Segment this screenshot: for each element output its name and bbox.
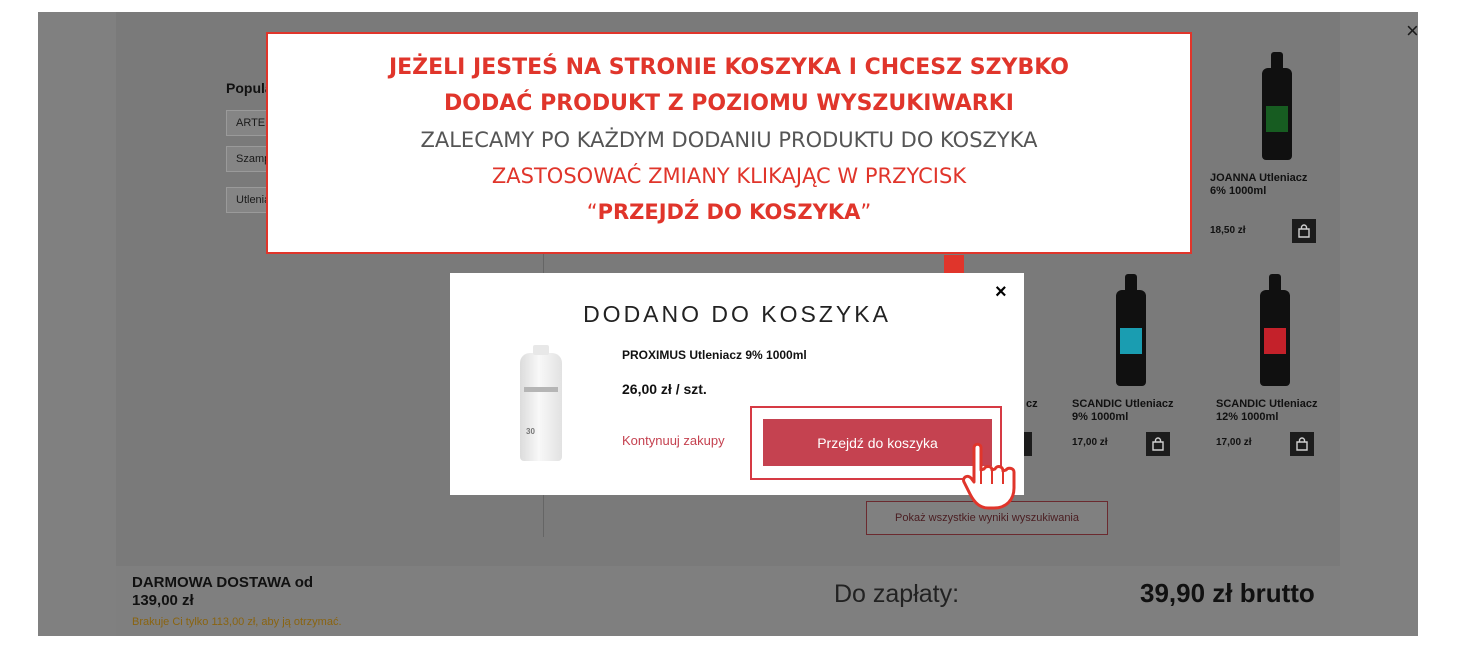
add-to-cart-button-scandic-9[interactable] xyxy=(1146,432,1170,456)
add-to-cart-button-joanna[interactable] xyxy=(1292,219,1316,243)
modal-close-icon[interactable]: × xyxy=(995,281,1007,303)
go-to-cart-button[interactable]: Przejdź do koszyka xyxy=(763,419,992,466)
continue-shopping-link[interactable]: Kontynuuj zakupy xyxy=(622,433,725,448)
product-name-partial[interactable]: cz xyxy=(1026,398,1038,411)
pointer-hand-icon xyxy=(962,442,1016,510)
product-image-joanna[interactable] xyxy=(1262,52,1292,160)
product-name-scandic-12[interactable]: SCANDIC Utleniacz 12% 1000ml xyxy=(1216,398,1317,424)
banner-button-name: PRZEJDŹ DO KOSZYKA xyxy=(597,200,861,224)
shopping-bag-icon xyxy=(1152,437,1164,451)
added-to-cart-modal: × DODANO DO KOSZYKA 30 PROXIMUS Utleniac… xyxy=(450,273,1024,495)
search-close-icon[interactable]: × xyxy=(1406,20,1418,42)
modal-product-name: PROXIMUS Utleniacz 9% 1000ml xyxy=(622,348,807,362)
product-price-scandic-9: 17,00 zł xyxy=(1072,437,1108,448)
banner-line-4: ZASTOSOWAĆ ZMIANY KLIKAJĄC W PRZYCISK xyxy=(491,164,967,188)
banner-line-1: JEŻELI JESTEŚ NA STRONIE KOSZYKA I CHCES… xyxy=(388,55,1070,80)
product-name-joanna[interactable]: JOANNA Utleniacz 6% 1000ml xyxy=(1210,172,1307,198)
free-shipping-info: DARMOWA DOSTAWA od 139,00 zł xyxy=(132,574,314,609)
product-thumbnail: 30 xyxy=(520,345,562,461)
banner-line-3: ZALECAMY PO KAŻDYM DODANIU PRODUKTU DO K… xyxy=(420,128,1038,152)
modal-title: DODANO DO KOSZYKA xyxy=(583,301,891,327)
free-shipping-missing-amount: Brakuje Ci tylko 113,00 zł, aby ją otrzy… xyxy=(132,616,342,628)
modal-product-price: 26,00 zł / szt. xyxy=(622,381,707,397)
product-price-scandic-12: 17,00 zł xyxy=(1216,437,1252,448)
product-price-joanna: 18,50 zł xyxy=(1210,225,1246,236)
product-name-scandic-9[interactable]: SCANDIC Utleniacz 9% 1000ml xyxy=(1072,398,1173,424)
add-to-cart-button-scandic-12[interactable] xyxy=(1290,432,1314,456)
to-pay-label: Do zapłaty: xyxy=(834,580,960,608)
shopping-bag-icon xyxy=(1298,224,1310,238)
shopping-bag-icon xyxy=(1296,437,1308,451)
instruction-banner: JEŻELI JESTEŚ NA STRONIE KOSZYKA I CHCES… xyxy=(266,32,1192,254)
product-image-scandic-9[interactable] xyxy=(1116,274,1146,386)
to-pay-amount: 39,90 zł brutto xyxy=(1140,578,1315,608)
product-image-scandic-12[interactable] xyxy=(1260,274,1290,386)
banner-line-2: DODAĆ PRODUKT Z POZIOMU WYSZUKIWARKI xyxy=(444,91,1014,116)
cart-summary-bar: DARMOWA DOSTAWA od 139,00 zł Brakuje Ci t… xyxy=(116,566,1340,636)
banner-line-5: “PRZEJDŹ DO KOSZYKA” xyxy=(586,200,872,224)
